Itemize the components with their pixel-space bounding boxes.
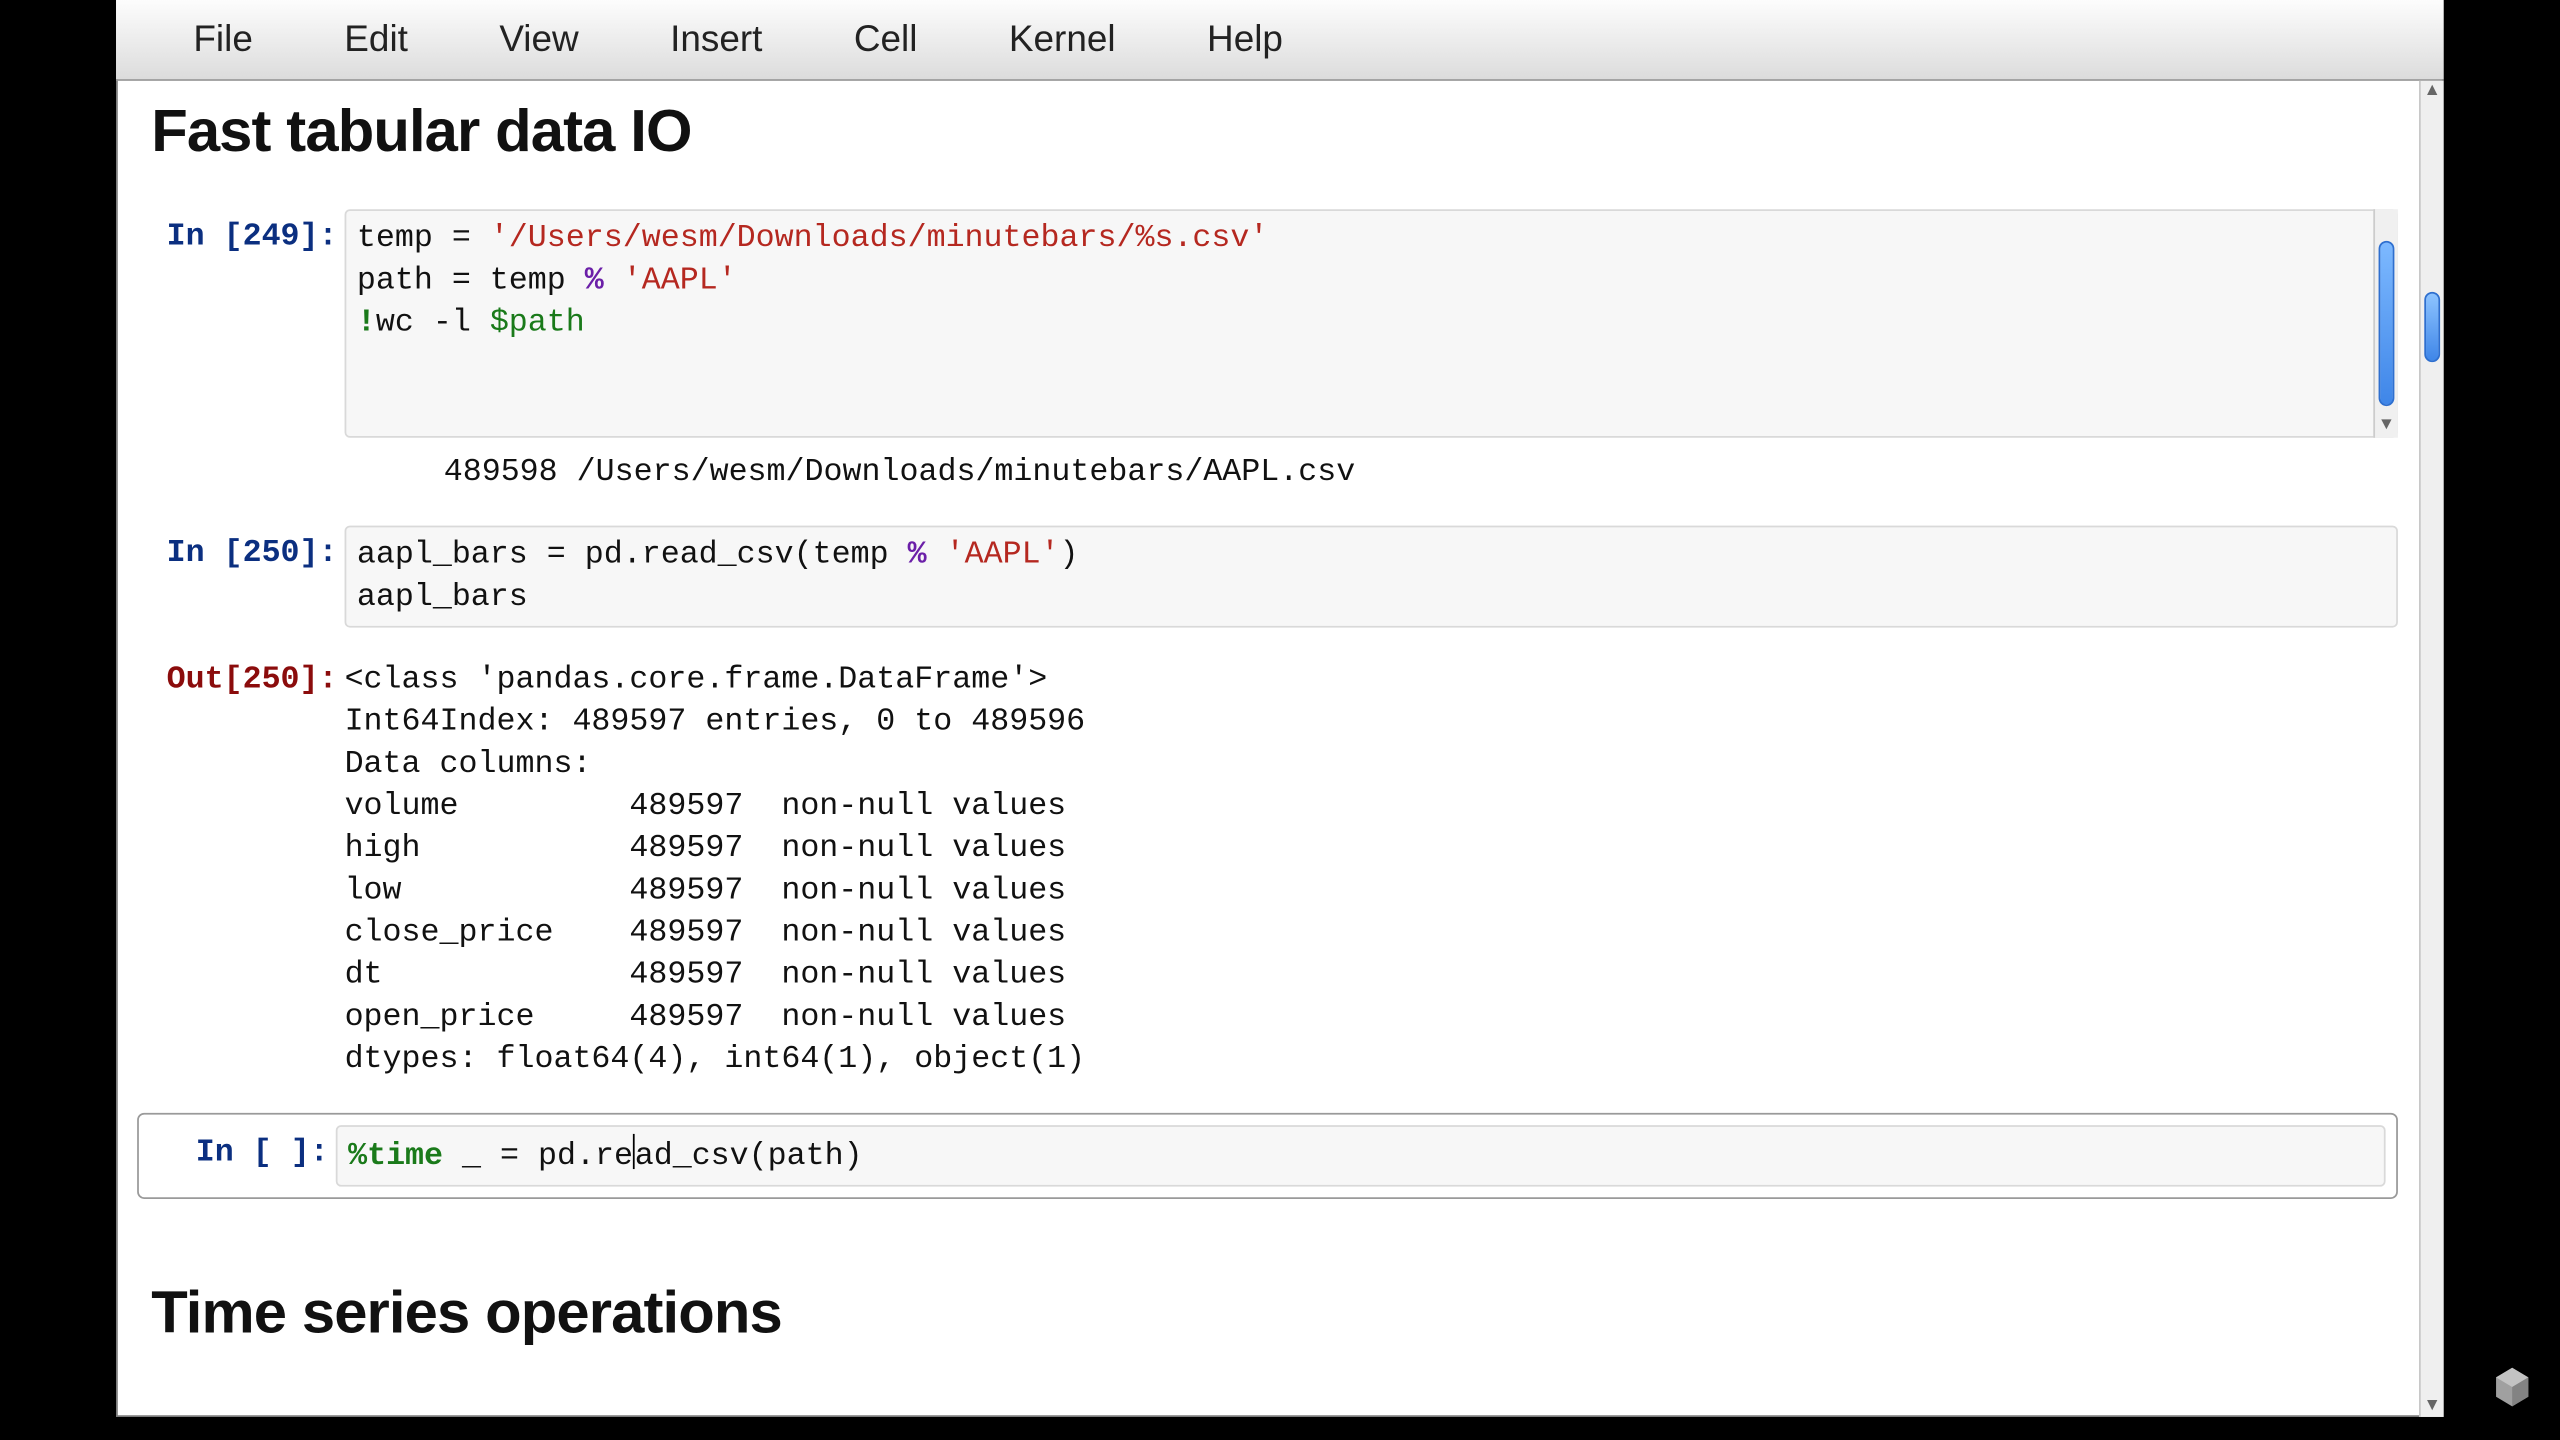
cell-249[interactable]: In [249]: temp = '/Users/wesm/Downloads/…: [137, 209, 2398, 438]
scroll-down-icon[interactable]: ▼: [2375, 417, 2398, 438]
heading-fast-tabular-io: Fast tabular data IO: [151, 98, 2408, 167]
scroll-thumb[interactable]: [2379, 241, 2395, 406]
menu-kernel[interactable]: Kernel: [963, 18, 1161, 60]
menu-view[interactable]: View: [454, 18, 625, 60]
code-input-250[interactable]: aapl_bars = pd.read_csv(temp % 'AAPL') a…: [345, 526, 2398, 628]
cell-249-output: 489598 /Users/wesm/Downloads/minutebars/…: [137, 445, 2398, 501]
cell-selected[interactable]: In [ ]: %time _ = pd.read_csv(path): [137, 1113, 2398, 1199]
menu-edit[interactable]: Edit: [299, 18, 454, 60]
code-text: temp = '/Users/wesm/Downloads/minutebars…: [357, 222, 1269, 342]
prompt-in-249: In [249]:: [137, 209, 344, 438]
document-scrollbar[interactable]: ▲ ▼: [2419, 81, 2444, 1417]
jupyter-classic-window: File Edit View Insert Cell Kernel Help F…: [116, 0, 2444, 1417]
prompt-empty: [137, 445, 344, 501]
output-text-249: 489598 /Users/wesm/Downloads/minutebars/…: [345, 445, 2398, 501]
prompt-out-250: Out[250]:: [137, 652, 344, 1088]
code-input-empty[interactable]: %time _ = pd.read_csv(path): [336, 1125, 2386, 1187]
code-text: aapl_bars = pd.read_csv(temp % 'AAPL') a…: [357, 538, 1079, 615]
menu-file[interactable]: File: [148, 18, 299, 60]
prompt-in-250: In [250]:: [137, 526, 344, 628]
code-input-249[interactable]: temp = '/Users/wesm/Downloads/minutebars…: [345, 209, 2398, 438]
watermark-cube-icon: [2493, 1364, 2532, 1410]
prompt-in-empty: In [ ]:: [149, 1125, 335, 1187]
heading-time-series-ops: Time series operations: [151, 1280, 2408, 1349]
code-text: %time _ = pd.read_csv(path): [348, 1139, 863, 1174]
menu-help[interactable]: Help: [1161, 18, 1328, 60]
cell-250[interactable]: In [250]: aapl_bars = pd.read_csv(temp %…: [137, 526, 2398, 628]
scroll-thumb[interactable]: [2424, 292, 2440, 362]
menu-cell[interactable]: Cell: [808, 18, 963, 60]
cell-scrollbar[interactable]: ▲ ▼: [2373, 209, 2398, 438]
scroll-up-icon[interactable]: ▲: [2421, 81, 2444, 102]
cell-250-output: Out[250]: <class 'pandas.core.frame.Data…: [137, 652, 2398, 1088]
menu-insert[interactable]: Insert: [624, 18, 808, 60]
scroll-down-icon[interactable]: ▼: [2421, 1396, 2444, 1417]
notebook-area[interactable]: Fast tabular data IO In [249]: temp = '/…: [116, 81, 2419, 1417]
menubar: File Edit View Insert Cell Kernel Help: [116, 0, 2444, 81]
output-text-250: <class 'pandas.core.frame.DataFrame'> In…: [345, 652, 2398, 1088]
